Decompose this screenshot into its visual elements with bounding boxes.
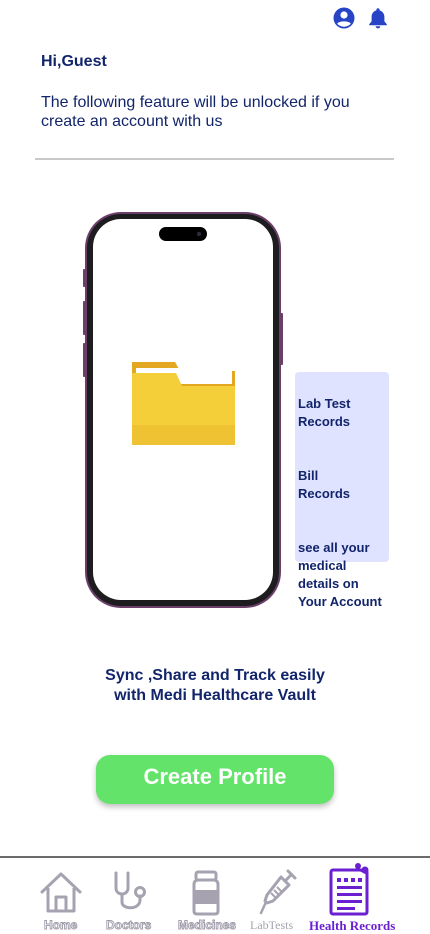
home-icon [40,872,82,913]
nav-item-doctors[interactable]: Doctors [104,858,156,934]
nav-label-labtests: LabTests [250,918,294,932]
clipboard-icon [329,863,369,916]
nav-label-home: Home [44,918,78,933]
stethoscope-icon [114,871,146,910]
bottom-nav: Home Doctors Medicines LabTests Health R… [0,856,430,934]
nav-label-medicines: Medicines [178,918,237,933]
nav-label-doctors: Doctors [106,918,152,933]
tagline-line-1: Sync ,Share and Track easily [105,667,325,684]
nav-item-labtests[interactable]: LabTests [250,858,302,934]
create-profile-button[interactable]: Create Profile [96,755,334,804]
nav-item-home[interactable]: Home [36,858,88,934]
feature-item-bill-records: Bill Records [298,468,351,501]
tagline-line-2: with Medi Healthcare Vault [114,687,316,704]
intro-text: The following feature will be unlocked i… [41,94,350,130]
folder-icon [132,362,235,445]
tagline: Sync ,Share and Track easily with Medi H… [0,666,430,706]
phone-illustration [83,212,283,608]
nav-item-medicines[interactable]: Medicines [176,858,238,934]
feature-item-lab-records: Lab Test Records [298,396,351,429]
feature-item-medical-details: see all your medical details on Your Acc… [298,540,382,609]
nav-item-health-records[interactable]: Health Records [308,858,400,934]
header-actions [332,6,390,30]
syringe-icon [259,869,297,915]
pill-bottle-icon [192,870,220,916]
divider [35,158,394,160]
bell-icon[interactable] [366,6,390,30]
account-circle-icon[interactable] [332,6,356,30]
feature-list-card: Lab Test Records Bill Records see all yo… [295,372,389,609]
greeting-text: Hi,Guest [41,53,107,70]
